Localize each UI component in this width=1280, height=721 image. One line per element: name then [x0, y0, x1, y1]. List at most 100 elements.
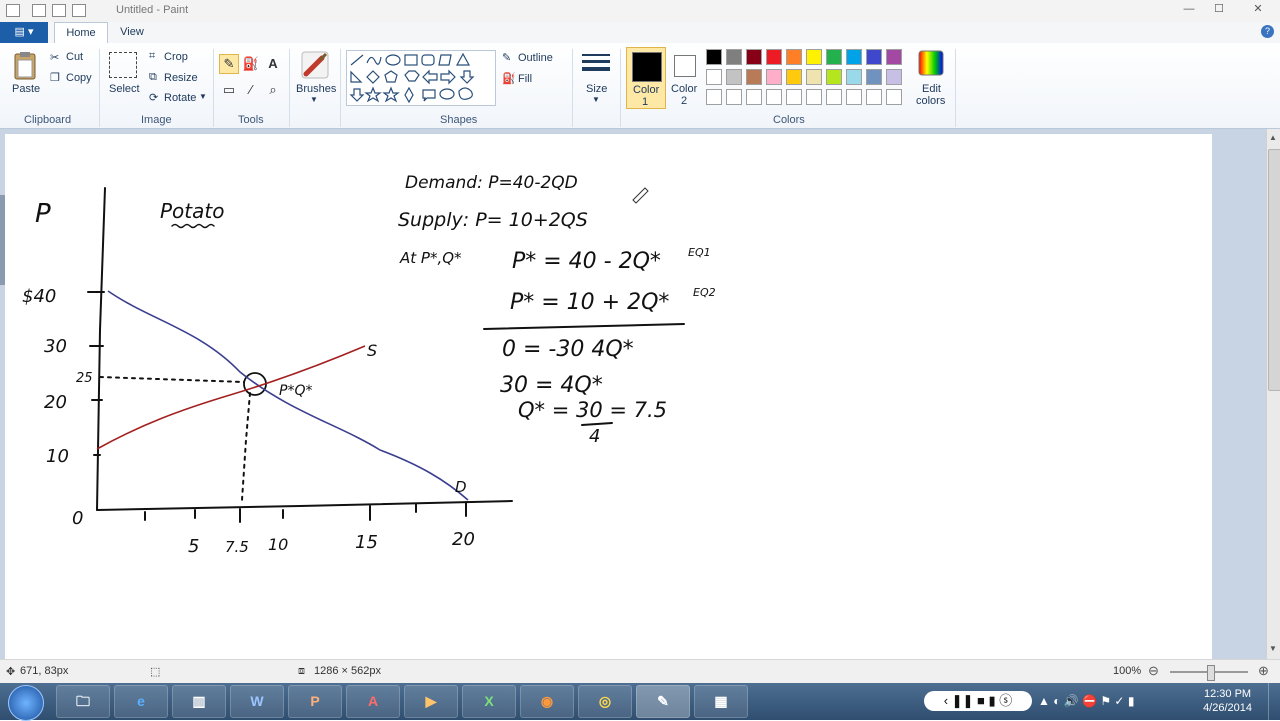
paint-taskbar-icon[interactable]: ✎	[636, 685, 690, 718]
palette-color-swatch[interactable]	[826, 69, 842, 85]
fill-icon[interactable]: ⛽	[502, 72, 516, 85]
explorer-taskbar-icon[interactable]: 🗀	[56, 685, 110, 718]
edit-colors-icon[interactable]	[916, 49, 946, 77]
palette-color-swatch[interactable]	[766, 69, 782, 85]
drawing-canvas[interactable]: P Potato $40 30 25 20 10 0 5 7.5 10 15 2…	[5, 134, 1212, 659]
palette-color-swatch[interactable]	[766, 49, 782, 65]
brushes-dropdown-icon[interactable]: ▼	[310, 95, 318, 104]
resize-button[interactable]: Resize	[164, 72, 198, 84]
fill-dropdown[interactable]: Fill	[518, 73, 532, 85]
custom-color-slot[interactable]	[846, 89, 862, 105]
copy-icon[interactable]: ❐	[50, 71, 60, 84]
minimize-button[interactable]: —	[1176, 0, 1202, 18]
palette-color-swatch[interactable]	[786, 49, 802, 65]
palette-color-swatch[interactable]	[746, 49, 762, 65]
palette-color-swatch[interactable]	[726, 69, 742, 85]
color2-selector[interactable]: Color 2	[668, 47, 704, 109]
palette-color-swatch[interactable]	[806, 69, 822, 85]
size-button[interactable]: Size	[586, 83, 607, 95]
cut-button[interactable]: Cut	[66, 51, 83, 63]
copy-button[interactable]: Copy	[66, 72, 92, 84]
custom-color-slot[interactable]	[826, 89, 842, 105]
palette-color-swatch[interactable]	[746, 69, 762, 85]
color-picker-icon[interactable]: ⁄	[241, 80, 261, 100]
undo-quick-icon[interactable]	[52, 4, 66, 17]
rotate-button[interactable]: Rotate	[164, 92, 196, 104]
custom-color-slot[interactable]	[706, 89, 722, 105]
palette-color-swatch[interactable]	[826, 49, 842, 65]
palette-color-swatch[interactable]	[786, 69, 802, 85]
custom-color-slot[interactable]	[726, 89, 742, 105]
tray-icons[interactable]: ▲ ◐ 🔊 ⛔ ⚑ ✓ ▮	[1038, 694, 1134, 708]
scroll-thumb[interactable]	[1268, 149, 1280, 391]
palette-color-swatch[interactable]	[886, 49, 902, 65]
clock[interactable]: 12:30 PM 4/26/2014	[1203, 687, 1252, 715]
paste-icon[interactable]	[12, 51, 38, 81]
zoom-slider[interactable]	[1170, 665, 1248, 681]
palette-color-swatch[interactable]	[806, 49, 822, 65]
word-taskbar-icon[interactable]: W	[230, 685, 284, 718]
calculator-taskbar-icon[interactable]: ▦	[694, 685, 748, 718]
custom-color-slot[interactable]	[886, 89, 902, 105]
select-button[interactable]: Select	[109, 83, 140, 95]
show-desktop-button[interactable]	[1268, 683, 1280, 720]
audio-app-taskbar-icon[interactable]: ▥	[172, 685, 226, 718]
text-tool-icon[interactable]: A	[263, 54, 283, 74]
powerpoint-taskbar-icon[interactable]: P	[288, 685, 342, 718]
save-quick-icon[interactable]	[32, 4, 46, 17]
tab-view[interactable]: View	[112, 22, 152, 43]
eraser-icon[interactable]: ▭	[219, 80, 239, 100]
outline-icon[interactable]: ✎	[502, 51, 511, 64]
crop-button[interactable]: Crop	[164, 51, 188, 63]
size-dropdown-icon[interactable]: ▼	[592, 95, 600, 104]
custom-color-slot[interactable]	[746, 89, 762, 105]
edit-colors-button-line2[interactable]: colors	[916, 95, 945, 107]
rotate-icon[interactable]: ⟳	[149, 91, 158, 104]
help-icon[interactable]: ?	[1261, 25, 1274, 38]
zoom-slider-thumb[interactable]	[1207, 665, 1215, 681]
palette-color-swatch[interactable]	[706, 69, 722, 85]
custom-color-slot[interactable]	[786, 89, 802, 105]
paste-button[interactable]: Paste	[12, 83, 40, 95]
palette-color-swatch[interactable]	[866, 49, 882, 65]
file-menu-button[interactable]: ▤ ▾	[0, 22, 48, 43]
acrobat-taskbar-icon[interactable]: A	[346, 685, 400, 718]
crop-icon[interactable]: ⌗	[149, 50, 155, 63]
zoom-in-icon[interactable]: ⊕	[1258, 663, 1269, 679]
edit-colors-button[interactable]: Edit	[922, 83, 941, 95]
custom-color-slot[interactable]	[866, 89, 882, 105]
color1-selector[interactable]: Color 1	[626, 47, 666, 109]
paint-app-icon[interactable]	[6, 4, 20, 17]
fill-bucket-icon[interactable]: ⛽	[241, 54, 261, 74]
rotate-dropdown-icon[interactable]: ▼	[199, 92, 207, 101]
excel-taskbar-icon[interactable]: X	[462, 685, 516, 718]
cut-icon[interactable]: ✂	[50, 51, 59, 64]
palette-color-swatch[interactable]	[886, 69, 902, 85]
start-button[interactable]	[8, 685, 44, 721]
scroll-down-icon[interactable]: ▼	[1269, 644, 1278, 653]
internet-explorer-taskbar-icon[interactable]: e	[114, 685, 168, 718]
recorder-controls[interactable]: ‹ ❚❚ ■ ▮ ⓢ	[924, 691, 1032, 711]
palette-color-swatch[interactable]	[846, 69, 862, 85]
vertical-scrollbar[interactable]: ▲ ▼	[1266, 129, 1280, 659]
outline-dropdown[interactable]: Outline	[518, 52, 553, 64]
chrome-taskbar-icon[interactable]: ◎	[578, 685, 632, 718]
palette-color-swatch[interactable]	[866, 69, 882, 85]
shapes-gallery[interactable]	[346, 50, 496, 106]
magnifier-icon[interactable]: ⌕	[263, 80, 283, 100]
redo-quick-icon[interactable]	[72, 4, 86, 17]
select-icon[interactable]	[109, 52, 137, 78]
zoom-out-icon[interactable]: ⊖	[1148, 663, 1159, 679]
palette-color-swatch[interactable]	[846, 49, 862, 65]
close-button[interactable]: ✕	[1238, 0, 1278, 18]
scroll-up-icon[interactable]: ▲	[1269, 133, 1278, 142]
custom-color-slot[interactable]	[766, 89, 782, 105]
brushes-button[interactable]: Brushes	[296, 83, 336, 95]
palette-color-swatch[interactable]	[706, 49, 722, 65]
maximize-button[interactable]: ☐	[1206, 0, 1232, 18]
palette-color-swatch[interactable]	[726, 49, 742, 65]
size-icon[interactable]	[580, 52, 612, 76]
pencil-icon[interactable]: ✎	[219, 54, 239, 74]
media-taskbar-icon[interactable]: ▶	[404, 685, 458, 718]
tab-home[interactable]: Home	[54, 22, 108, 43]
